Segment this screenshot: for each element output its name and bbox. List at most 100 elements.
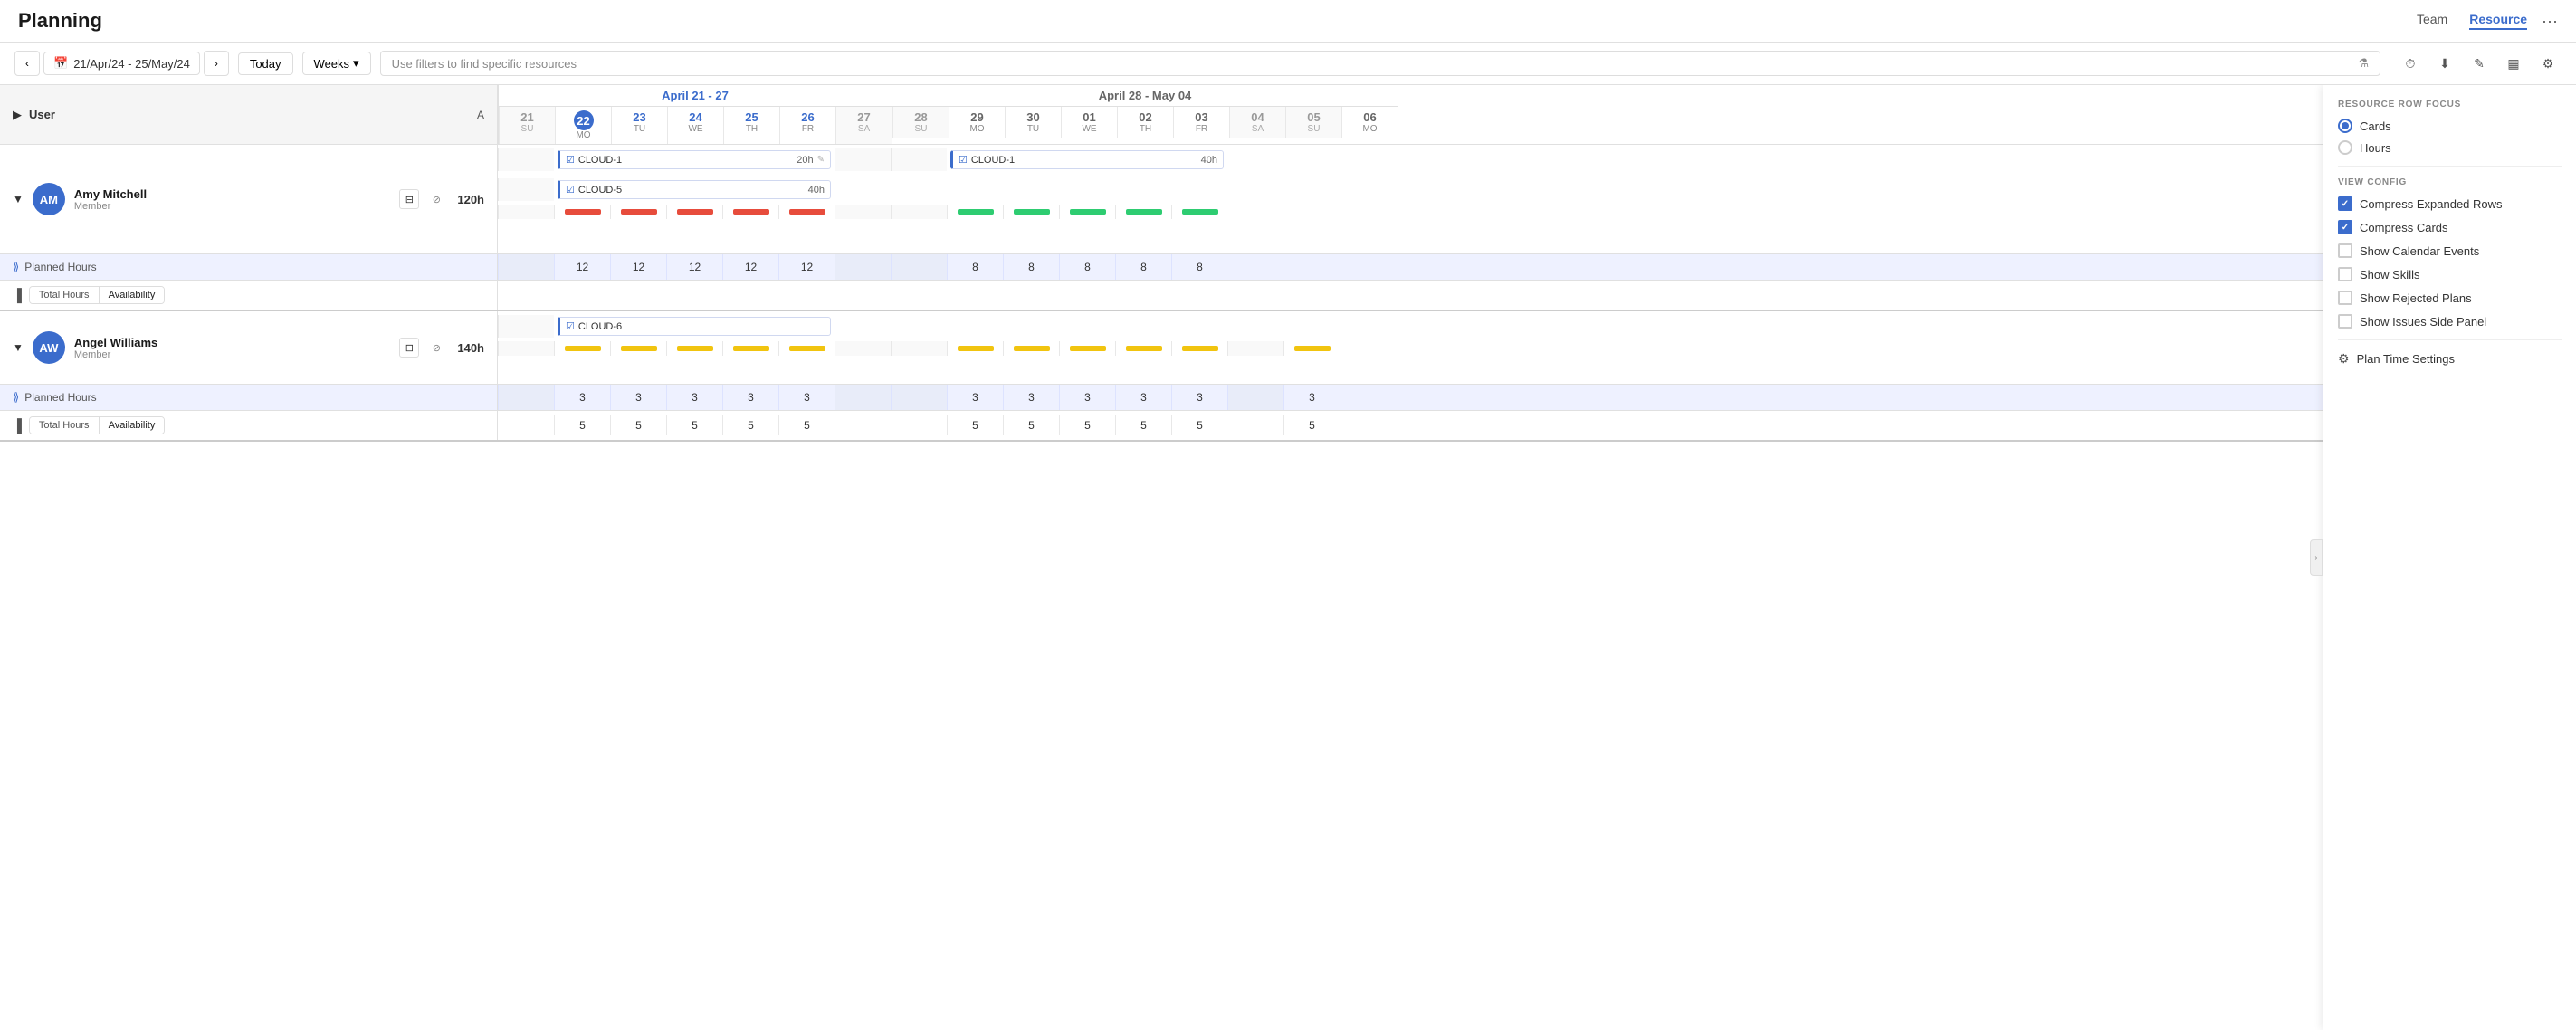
angel-action-icon2[interactable]: ⊘ xyxy=(426,338,446,358)
history-icon[interactable]: ⏱ xyxy=(2397,50,2424,77)
hours-radio-option[interactable]: Hours xyxy=(2338,140,2562,155)
amy-planned-row: ⟫ Planned Hours 12 12 12 12 12 8 8 xyxy=(0,254,2576,281)
next-button[interactable]: › xyxy=(204,51,229,76)
today-button[interactable]: Today xyxy=(238,52,293,75)
date-range-text: 21/Apr/24 - 25/May/24 xyxy=(73,57,190,71)
chart-icon[interactable]: ▦ xyxy=(2500,50,2527,77)
amy-action-icon1[interactable]: ⊟ xyxy=(399,189,419,209)
pb-mo2 xyxy=(947,205,1003,219)
angel-cloud6-check: ☑ xyxy=(566,320,575,332)
angel-collapse-icon[interactable]: ▼ xyxy=(13,341,24,354)
compress-expanded-checkbox[interactable]: ✓ xyxy=(2338,196,2352,211)
amy-action-icon2[interactable]: ⊘ xyxy=(426,189,446,209)
amy-cloud1-card[interactable]: ☑ CLOUD-1 20h ✎ xyxy=(558,150,831,169)
apb-we xyxy=(666,341,722,356)
apb-mo2 xyxy=(947,341,1003,356)
angel-progress-row xyxy=(498,341,2576,356)
angel-hours: 140h xyxy=(457,341,484,355)
weeks-dropdown[interactable]: Weeks ▾ xyxy=(302,52,371,75)
angel-avail-tab[interactable]: Availability xyxy=(100,417,165,434)
plan-time-gear-icon: ⚙ xyxy=(2338,351,2350,367)
panel-divider2 xyxy=(2338,339,2562,340)
amy-task-row2: ☑ CLOUD-5 40h xyxy=(498,175,2576,205)
angel-avail-values: 5 5 5 5 5 5 5 5 5 5 5 xyxy=(498,411,2576,440)
compress-expanded-option[interactable]: ✓ Compress Expanded Rows xyxy=(2338,196,2562,211)
angel-planned-row: ⟫ Planned Hours 3 3 3 3 3 3 3 3 xyxy=(0,385,2576,411)
date-range-picker[interactable]: 📅 21/Apr/24 - 25/May/24 xyxy=(43,52,200,75)
amy-cloud1-check: ☑ xyxy=(566,154,575,166)
amy-left-col: ▼ AM Amy Mitchell Member ⊟ ⊘ 120h xyxy=(0,145,498,253)
pb-su2 xyxy=(891,205,947,219)
angel-details: Angel Williams Member xyxy=(74,336,399,360)
amy-row: ▼ AM Amy Mitchell Member ⊟ ⊘ 120h xyxy=(0,145,2576,254)
tab-team[interactable]: Team xyxy=(2417,12,2447,30)
angel-cloud6-card[interactable]: ☑ CLOUD-6 xyxy=(558,317,831,336)
amy-cloud5-name: CLOUD-5 xyxy=(578,185,622,196)
pv-su2 xyxy=(891,254,947,280)
settings-icon[interactable]: ⚙ xyxy=(2534,50,2562,77)
apb-mo3 xyxy=(1283,341,1340,356)
download-icon[interactable]: ⬇ xyxy=(2431,50,2458,77)
cards-radio-button[interactable] xyxy=(2338,119,2352,133)
angel-avatar: AW xyxy=(33,331,65,364)
dropdown-arrow-icon: ▾ xyxy=(353,56,359,71)
show-skills-label: Show Skills xyxy=(2360,268,2419,281)
angel-total-hours-tab[interactable]: Total Hours xyxy=(30,417,100,434)
angel-calendar: ☑ CLOUD-6 xyxy=(498,311,2576,384)
amy-cloud5-card[interactable]: ☑ CLOUD-5 40h xyxy=(558,180,831,199)
amy-calendar: ☑ CLOUD-1 20h ✎ xyxy=(498,145,2576,253)
search-bar[interactable]: Use filters to find specific resources ⚗ xyxy=(380,51,2380,76)
amy-cloud1-edit: ✎ xyxy=(817,155,825,165)
aav-we2: 5 xyxy=(1059,415,1115,435)
panel-collapse-handle[interactable]: › xyxy=(2310,539,2323,576)
amy-avail-tab[interactable]: Availability xyxy=(100,287,165,303)
tab-resource[interactable]: Resource xyxy=(2469,12,2527,30)
angel-task-cloud6-span: ☑ CLOUD-6 xyxy=(554,315,835,338)
compress-cards-checkbox[interactable]: ✓ xyxy=(2338,220,2352,234)
pv-mo2: 8 xyxy=(947,254,1003,280)
show-issues-option[interactable]: Show Issues Side Panel xyxy=(2338,314,2562,329)
more-options-button[interactable]: ··· xyxy=(2542,12,2558,31)
amy-collapse-icon[interactable]: ▼ xyxy=(13,193,24,205)
day-29: 29MO xyxy=(949,107,1005,138)
show-calendar-option[interactable]: Show Calendar Events xyxy=(2338,243,2562,258)
pb-fr2 xyxy=(1171,205,1227,219)
apb-th xyxy=(722,341,778,356)
show-calendar-checkbox[interactable] xyxy=(2338,243,2352,258)
angel-avail-row: ▐ Total Hours Availability 5 5 5 5 5 xyxy=(0,411,2576,442)
amy-cloud1-hrs: 20h xyxy=(797,155,813,166)
apv-su2 xyxy=(891,385,947,410)
angel-action-icon1[interactable]: ⊟ xyxy=(399,338,419,358)
pb-mo xyxy=(554,205,610,219)
pb-fr xyxy=(778,205,835,219)
apb-su xyxy=(498,341,554,356)
nav-tabs: Team Resource xyxy=(2417,12,2527,30)
plan-time-settings-button[interactable]: ⚙ Plan Time Settings xyxy=(2338,351,2562,367)
amy-total-hours-tab[interactable]: Total Hours xyxy=(30,287,100,303)
amy-avail-left: ▐ Total Hours Availability xyxy=(0,281,498,310)
show-rejected-checkbox[interactable] xyxy=(2338,291,2352,305)
amy-cloud1b-card[interactable]: ☑ CLOUD-1 40h xyxy=(950,150,1224,169)
amy-planned-label: Planned Hours xyxy=(24,261,96,273)
apv-fr2: 3 xyxy=(1171,385,1227,410)
day-25: 25TH xyxy=(723,107,779,144)
cards-radio-option[interactable]: Cards xyxy=(2338,119,2562,133)
pb-we2 xyxy=(1059,205,1115,219)
show-issues-checkbox[interactable] xyxy=(2338,314,2352,329)
pb-su xyxy=(498,205,554,219)
show-skills-option[interactable]: Show Skills xyxy=(2338,267,2562,281)
user-group-expand[interactable]: ▶ xyxy=(13,108,22,122)
check-mark2: ✓ xyxy=(2342,223,2349,233)
apb-sa xyxy=(835,341,891,356)
apv-fr: 3 xyxy=(778,385,835,410)
plan-time-label: Plan Time Settings xyxy=(2357,352,2455,366)
prev-button[interactable]: ‹ xyxy=(14,51,40,76)
show-skills-checkbox[interactable] xyxy=(2338,267,2352,281)
show-rejected-option[interactable]: Show Rejected Plans xyxy=(2338,291,2562,305)
edit-icon[interactable]: ✎ xyxy=(2466,50,2493,77)
hours-radio-button[interactable] xyxy=(2338,140,2352,155)
amy-role: Member xyxy=(74,201,399,212)
amy-cloud5-hrs: 40h xyxy=(808,185,825,196)
compress-cards-option[interactable]: ✓ Compress Cards xyxy=(2338,220,2562,234)
day-05: 05SU xyxy=(1285,107,1341,138)
